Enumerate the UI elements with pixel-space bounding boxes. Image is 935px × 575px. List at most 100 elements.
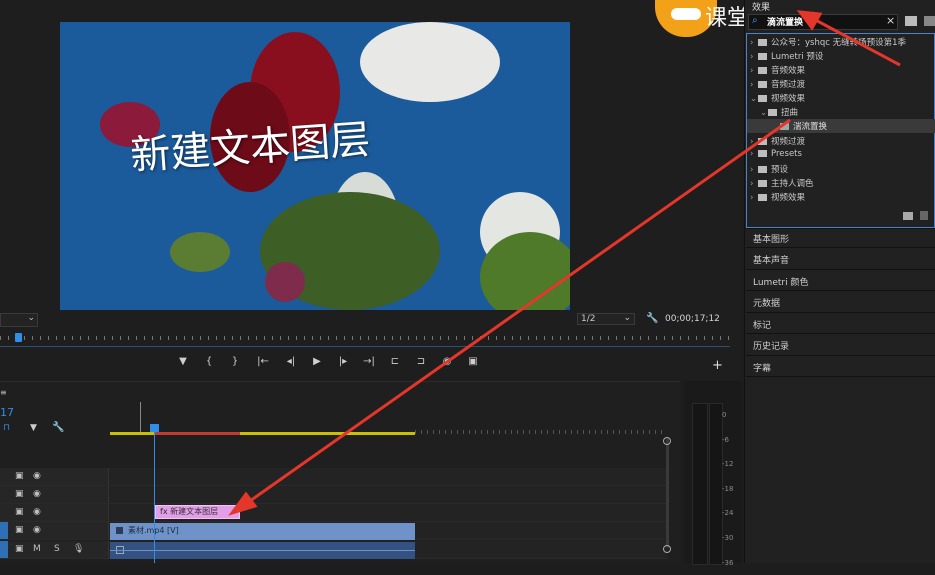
add-marker-icon[interactable]: ▼ (30, 423, 37, 433)
delete-icon[interactable] (920, 211, 928, 220)
track-header-v2: ▣ ◉ (0, 486, 109, 503)
scroll-handle-bottom[interactable] (663, 545, 671, 553)
track-header-v1: ▣ ◉ (0, 504, 109, 521)
tab-effects[interactable]: 效果 (752, 0, 770, 13)
selected-tree-row (747, 119, 935, 133)
chevron-down-icon: ⌄ (623, 313, 631, 323)
meter-channel (709, 403, 723, 565)
chevron-down-icon: ⌄ (27, 313, 35, 323)
new-bin-icon[interactable] (903, 212, 913, 220)
folder-icon (758, 194, 767, 201)
panel-essential-sound[interactable]: 基本声音 (753, 253, 789, 266)
effect-icon (780, 123, 789, 130)
toggle-output-icon[interactable]: ▣ (15, 507, 24, 517)
eye-icon[interactable]: ◉ (33, 525, 41, 535)
divider (746, 290, 935, 291)
zoom-level-select[interactable]: ⌄ (0, 313, 38, 327)
go-to-in-icon[interactable]: |← (248, 356, 278, 372)
search-icon: ⌕ (752, 15, 758, 26)
timeline-playhead[interactable] (154, 424, 155, 563)
toggle-output-icon[interactable]: ▣ (15, 544, 24, 554)
title-clip[interactable]: fx 新建文本图层 (155, 505, 240, 519)
in-point-icon[interactable]: { (196, 356, 222, 372)
track-target-indicator[interactable] (0, 541, 8, 558)
panel-history[interactable]: 历史记录 (753, 339, 789, 352)
folder-icon (758, 81, 767, 88)
toggle-output-icon[interactable]: ▣ (15, 471, 24, 481)
audio-waveform-line (110, 550, 415, 551)
tree-item-video-transitions[interactable]: › 视频过渡 (750, 135, 805, 147)
timeline-menu-dots[interactable]: ≡ (0, 388, 7, 397)
panel-markers[interactable]: 标记 (753, 318, 771, 331)
tree-item-public-account[interactable]: › 公众号：yshqc 无缝转场预设第1季 (750, 36, 906, 48)
extract-icon[interactable]: ⊐ (408, 356, 434, 372)
accelerated-effects-icon[interactable] (905, 16, 917, 26)
timeline-timecode[interactable]: 17 (0, 406, 14, 419)
monitor-time-ruler[interactable] (0, 332, 730, 344)
toggle-output-icon[interactable]: ▣ (15, 525, 24, 535)
track-target-indicator[interactable] (0, 522, 8, 539)
wrench-icon[interactable]: 🔧 (646, 313, 658, 324)
tree-item-distort[interactable]: ⌄ 扭曲 (760, 106, 798, 118)
add-button[interactable]: + (712, 358, 723, 373)
compare-icon[interactable]: ▣ (460, 356, 486, 372)
tree-item-presets-cn[interactable]: › 预设 (750, 163, 788, 175)
tree-item-presets[interactable]: › Presets (750, 149, 802, 159)
go-to-out-icon[interactable]: →| (356, 356, 382, 372)
playhead-timecode[interactable]: 00;00;17;12 (665, 314, 720, 324)
resolution-value: 1/2 (581, 314, 596, 324)
export-frame-icon[interactable]: ◉ (434, 356, 460, 372)
track-header-v3: ▣ ◉ (0, 468, 109, 485)
tree-item-audio-transitions[interactable]: › 音频过渡 (750, 78, 805, 90)
tree-item-lumetri-presets[interactable]: › Lumetri 预设 (750, 50, 823, 62)
track-header-audio: ▣ M S 🎙 (0, 541, 109, 558)
folder-icon (758, 95, 767, 102)
tree-item-video-effects-2[interactable]: › 视频效果 (750, 191, 805, 203)
eye-icon[interactable]: ◉ (33, 471, 41, 481)
snap-icon[interactable]: ⊓ (3, 423, 10, 433)
folder-icon (758, 39, 767, 46)
divider (746, 269, 935, 270)
solo-button[interactable]: S (54, 544, 60, 554)
play-icon[interactable]: ▶ (304, 356, 330, 372)
video-clip[interactable]: 素材.mp4 [V] (110, 523, 415, 540)
chevron-right-icon: › (750, 149, 754, 159)
step-back-icon[interactable]: ◂| (278, 356, 304, 372)
timeline-settings-wrench-icon[interactable]: 🔧 (52, 422, 64, 433)
program-monitor: 新建文本图层 ⌄ 1/2 ⌄ 🔧 00;00;17;12 ▼ { } |← ◂|… (0, 0, 743, 380)
tree-item-video-effects[interactable]: ⌄ 视频效果 (750, 92, 805, 104)
toggle-output-icon[interactable]: ▣ (15, 489, 24, 499)
divider (746, 247, 935, 248)
panel-lumetri-color[interactable]: Lumetri 颜色 (753, 275, 808, 288)
effects-search-value: 滴流置换 (767, 18, 804, 28)
tree-item-audio-effects[interactable]: › 音频效果 (750, 64, 805, 76)
panel-metadata[interactable]: 元数据 (753, 296, 780, 309)
32bit-effects-icon[interactable] (924, 16, 935, 26)
scroll-handle-top[interactable] (663, 437, 671, 445)
out-point-icon[interactable]: } (222, 356, 248, 372)
step-forward-icon[interactable]: |▸ (330, 356, 356, 372)
fx-badge-icon: fx (160, 507, 168, 516)
resolution-select[interactable]: 1/2 ⌄ (577, 313, 635, 325)
lift-icon[interactable]: ⊏ (382, 356, 408, 372)
mute-button[interactable]: M (33, 544, 41, 554)
watermark-text: 课堂 (705, 6, 750, 31)
audio-clip[interactable] (110, 542, 415, 559)
panel-captions[interactable]: 字幕 (753, 361, 771, 374)
clear-search-button[interactable]: × (886, 14, 895, 27)
timeline-scrollbar[interactable] (666, 438, 669, 548)
microphone-icon[interactable]: 🎙 (73, 544, 84, 554)
monitor-playhead-marker[interactable] (15, 333, 22, 342)
tree-item-turbulent-displace[interactable]: 湍流置换 (780, 120, 827, 132)
render-status-bar (155, 432, 240, 435)
marker-icon[interactable]: ▼ (170, 356, 196, 372)
eye-icon[interactable]: ◉ (33, 489, 41, 499)
panel-essential-graphics[interactable]: 基本图形 (753, 232, 789, 245)
chevron-down-icon: ⌄ (750, 94, 758, 104)
monitor-zoom-bar[interactable] (0, 346, 730, 347)
bud-shape (170, 232, 230, 272)
tree-item-host-grading[interactable]: › 主持人调色 (750, 177, 814, 189)
eye-icon[interactable]: ◉ (33, 507, 41, 517)
timeline-marker-line (140, 402, 141, 432)
chevron-right-icon: › (750, 193, 754, 203)
